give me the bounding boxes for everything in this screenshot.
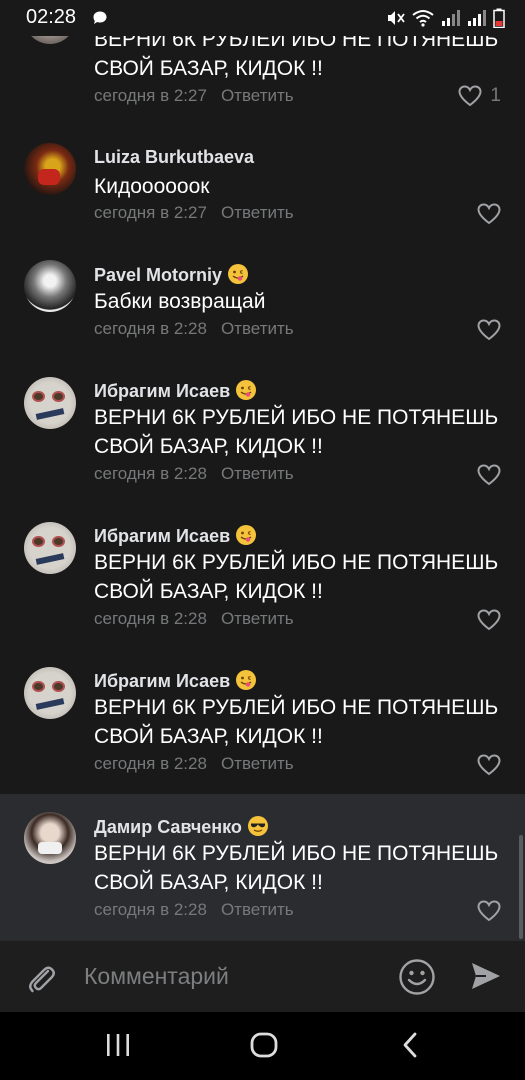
heart-icon xyxy=(477,754,501,776)
reply-button[interactable]: Ответить xyxy=(221,319,294,338)
reply-button[interactable]: Ответить xyxy=(221,609,294,628)
avatar[interactable] xyxy=(24,667,76,719)
signal-icon xyxy=(442,10,460,26)
comment-text: Бабки возвращай xyxy=(94,290,266,313)
comment-meta: сегодня в 2:28 Ответить xyxy=(94,464,294,484)
comment-author[interactable]: Ибрагим Исаев xyxy=(94,380,257,402)
like-button[interactable] xyxy=(477,754,501,776)
comment-text: Кидоооооок xyxy=(94,175,210,198)
comment-item: Pavel Motorniy Бабки возвращай сегодня в… xyxy=(0,238,525,356)
comment-text: ВЕРНИ 6К РУБЛЕЙ ИБО НЕ ПОТЯНЕШЬ СВОЙ БАЗ… xyxy=(94,551,499,603)
comment-author[interactable]: Pavel Motorniy xyxy=(94,264,249,286)
comment-date: сегодня в 2:28 xyxy=(94,900,207,919)
reply-button[interactable]: Ответить xyxy=(221,754,294,773)
signal-icon xyxy=(468,10,486,26)
comment-item: Ибрагим Исаев ВЕРНИ 6К РУБЛЕЙ ИБО НЕ ПОТ… xyxy=(0,356,525,502)
heart-icon xyxy=(458,85,482,107)
tongue-face-emoji-icon xyxy=(236,670,257,690)
comment-meta: сегодня в 2:28 Ответить xyxy=(94,609,294,629)
like-button[interactable] xyxy=(477,609,501,631)
author-name: Ибрагим Исаев xyxy=(94,381,231,401)
heart-icon xyxy=(477,203,501,225)
tongue-face-emoji-icon xyxy=(236,525,257,545)
comment-date: сегодня в 2:28 xyxy=(94,464,207,483)
status-bar: 02:28 xyxy=(0,0,525,36)
comment-text: ВЕРНИ 6К РУБЛЕЙ ИБО НЕ ПОТЯНЕШЬ СВОЙ БАЗ… xyxy=(94,696,499,748)
heart-icon xyxy=(477,319,501,341)
comment-author[interactable]: Ибрагим Исаев xyxy=(94,525,257,547)
tongue-face-emoji-icon xyxy=(236,380,257,400)
author-name: Ибрагим Исаев xyxy=(94,671,231,691)
avatar[interactable] xyxy=(24,522,76,574)
system-icons xyxy=(385,8,505,28)
comment-date: сегодня в 2:27 xyxy=(94,86,207,105)
like-button[interactable] xyxy=(477,900,501,922)
comment-meta: сегодня в 2:28 Ответить xyxy=(94,319,294,339)
comment-author[interactable]: Luiza Burkutbaeva xyxy=(94,147,254,168)
like-button[interactable] xyxy=(477,319,501,341)
status-time: 02:28 xyxy=(26,6,77,28)
comment-author[interactable]: Дамир Савченко xyxy=(94,816,268,838)
message-notification-icon xyxy=(92,10,108,31)
heart-icon xyxy=(477,464,501,486)
comment-text: ВЕРНИ 6К РУБЛЕЙ ИБО НЕ ПОТЯНЕШЬ СВОЙ БАЗ… xyxy=(94,842,499,894)
author-name: Pavel Motorniy xyxy=(94,265,223,285)
back-icon[interactable] xyxy=(398,1032,424,1063)
avatar[interactable] xyxy=(24,260,76,312)
comment-item: Ибрагим Исаев ВЕРНИ 6К РУБЛЕЙ ИБО НЕ ПОТ… xyxy=(0,502,525,648)
comments-list: ВЕРНИ 6К РУБЛЕЙ ИБО НЕ ПОТЯНЕШЬ СВОЙ БАЗ… xyxy=(0,0,525,940)
tongue-face-emoji-icon xyxy=(228,264,249,284)
comment-item: Luiza Burkutbaeva Кидоооооок сегодня в 2… xyxy=(0,120,525,238)
smile-icon[interactable] xyxy=(398,958,436,1001)
reply-button[interactable]: Ответить xyxy=(221,86,294,105)
like-button[interactable] xyxy=(477,464,501,486)
comment-meta: сегодня в 2:27 Ответить xyxy=(94,203,294,223)
comment-meta: сегодня в 2:28 Ответить xyxy=(94,900,294,920)
comment-date: сегодня в 2:28 xyxy=(94,609,207,628)
comment-composer: Комментарий xyxy=(0,940,525,1013)
author-name: Дамир Савченко xyxy=(94,817,242,837)
android-nav-bar xyxy=(0,1012,525,1080)
like-button[interactable]: 1 xyxy=(458,85,501,107)
comment-date: сегодня в 2:28 xyxy=(94,754,207,773)
reply-button[interactable]: Ответить xyxy=(221,203,294,222)
battery-icon xyxy=(493,8,505,28)
like-count: 1 xyxy=(490,85,501,106)
send-icon[interactable] xyxy=(469,959,503,998)
comment-meta: сегодня в 2:27 Ответить xyxy=(94,86,294,106)
sunglasses-emoji-icon xyxy=(247,816,268,836)
avatar[interactable] xyxy=(24,812,76,864)
reply-button[interactable]: Ответить xyxy=(221,900,294,919)
wifi-icon xyxy=(412,10,434,27)
comment-date: сегодня в 2:27 xyxy=(94,203,207,222)
comment-author[interactable]: Ибрагим Исаев xyxy=(94,670,257,692)
reply-button[interactable]: Ответить xyxy=(221,464,294,483)
avatar[interactable] xyxy=(24,143,76,195)
recent-apps-icon[interactable] xyxy=(104,1032,132,1063)
heart-icon xyxy=(477,900,501,922)
comment-item: Ибрагим Исаев ВЕРНИ 6К РУБЛЕЙ ИБО НЕ ПОТ… xyxy=(0,648,525,794)
comment-text: ВЕРНИ 6К РУБЛЕЙ ИБО НЕ ПОТЯНЕШЬ СВОЙ БАЗ… xyxy=(94,406,499,458)
mute-icon xyxy=(388,11,405,25)
comment-input[interactable]: Комментарий xyxy=(84,963,229,990)
comment-date: сегодня в 2:28 xyxy=(94,319,207,338)
comment-meta: сегодня в 2:28 Ответить xyxy=(94,754,294,774)
comment-item: Дамир Савченко ВЕРНИ 6К РУБЛЕЙ ИБО НЕ ПО… xyxy=(0,794,525,940)
heart-icon xyxy=(477,609,501,631)
author-name: Ибрагим Исаев xyxy=(94,526,231,546)
paperclip-icon[interactable] xyxy=(24,961,58,1000)
like-button[interactable] xyxy=(477,203,501,225)
scrollbar[interactable] xyxy=(519,835,523,939)
avatar[interactable] xyxy=(24,377,76,429)
home-icon[interactable] xyxy=(250,1032,278,1063)
